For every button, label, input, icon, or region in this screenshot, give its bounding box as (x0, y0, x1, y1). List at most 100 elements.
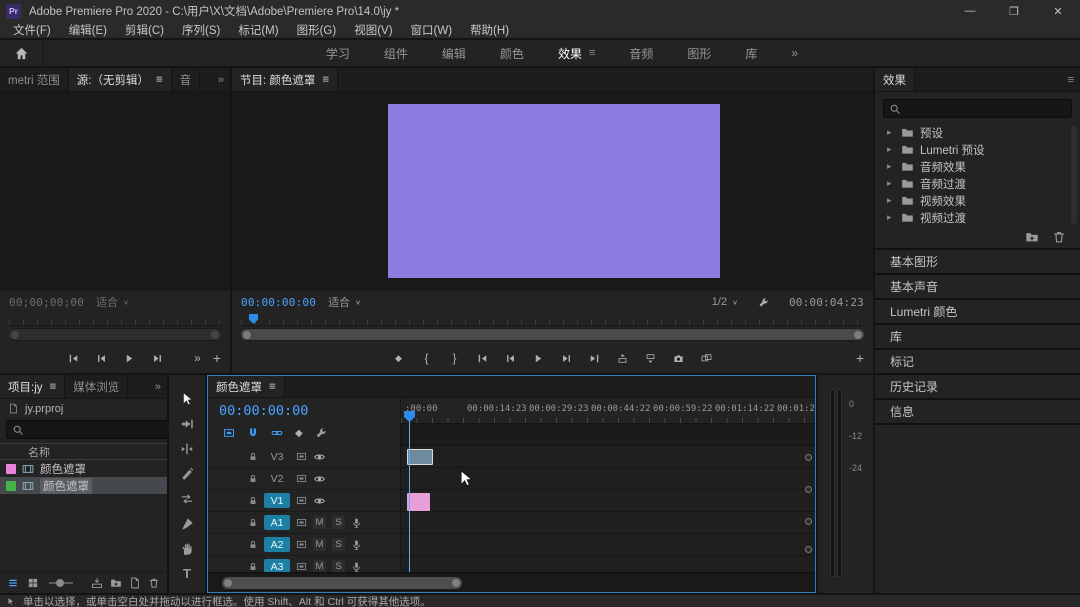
timeline-ruler[interactable]: :00:00 00:00:14:23 00:00:29:23 00:00:44:… (401, 398, 815, 424)
insert-as-nested-sequence-icon[interactable] (223, 427, 235, 439)
sync-lock-icon[interactable] (296, 451, 307, 462)
zoom-slider[interactable] (49, 582, 73, 584)
track-output-eye-icon[interactable] (313, 473, 326, 485)
tab-project[interactable]: 项目:jy ≡ (0, 375, 65, 398)
step-back-button[interactable] (497, 353, 524, 364)
lock-icon[interactable] (248, 451, 258, 462)
razor-tool[interactable] (177, 466, 197, 481)
close-button[interactable]: ✕ (1036, 0, 1080, 22)
workspace-tab-learning[interactable]: 学习 (326, 45, 350, 62)
video-scroll-knob-bottom[interactable] (805, 486, 812, 493)
sync-lock-icon[interactable] (296, 495, 307, 506)
menu-item-sequence[interactable]: 序列(S) (173, 22, 229, 38)
lock-icon[interactable] (248, 517, 258, 528)
tab-overflow-icon[interactable]: » (149, 375, 167, 398)
workspace-tab-color[interactable]: 颜色 (500, 45, 524, 62)
solo-button[interactable]: S (332, 560, 345, 572)
mute-button[interactable]: M (313, 560, 326, 572)
tab-overflow-icon[interactable]: » (212, 68, 230, 91)
automate-to-sequence-icon[interactable] (91, 577, 103, 589)
play-button[interactable] (116, 353, 143, 364)
track-output-eye-icon[interactable] (313, 451, 326, 463)
tab-effects[interactable]: 效果 (875, 68, 915, 91)
scrollbar-thumb[interactable] (241, 329, 864, 340)
workspace-tab-effects[interactable]: 效果 (558, 45, 582, 62)
lock-icon[interactable] (248, 495, 258, 506)
mute-button[interactable]: M (313, 538, 326, 551)
sync-lock-icon[interactable] (296, 517, 307, 528)
effects-folder-presets[interactable]: ▸ 预设 (875, 124, 1080, 141)
project-search-input[interactable] (29, 424, 171, 436)
slip-tool[interactable] (177, 491, 197, 506)
lock-icon[interactable] (248, 473, 258, 484)
tab-audio-clip-mixer[interactable]: 音 (172, 68, 201, 91)
panel-menu-icon[interactable]: ≡ (1062, 68, 1080, 91)
panel-tab-markers[interactable]: 标记 (875, 350, 1080, 375)
lock-icon[interactable] (248, 561, 258, 572)
lift-button[interactable] (609, 353, 636, 364)
source-scrollbar[interactable] (9, 328, 221, 341)
selection-tool[interactable] (177, 391, 197, 406)
panel-menu-icon[interactable]: ≡ (269, 381, 276, 393)
chevron-right-icon[interactable]: ▸ (887, 161, 895, 172)
panel-menu-icon[interactable]: ≡ (50, 381, 57, 393)
mute-button[interactable]: M (313, 516, 326, 529)
track-target-a2[interactable]: A2 (264, 537, 290, 552)
chevron-right-icon[interactable]: ▸ (887, 212, 895, 223)
effects-folder-video-transitions[interactable]: ▸ 视频过渡 (875, 209, 1080, 226)
column-header-name[interactable]: 名称 (0, 443, 167, 460)
chevron-right-icon[interactable]: ▸ (887, 127, 895, 138)
add-marker-icon[interactable]: ◆ (295, 428, 303, 439)
button-editor-add-button[interactable]: + (213, 350, 221, 366)
program-time-ruler[interactable] (241, 313, 864, 326)
snap-magnet-icon[interactable] (247, 427, 259, 439)
track-row-v2[interactable] (401, 468, 815, 490)
tab-program-monitor[interactable]: 节目: 颜色遮罩 ≡ (232, 68, 338, 91)
list-view-icon[interactable] (7, 577, 19, 589)
chevron-right-icon[interactable]: ▸ (887, 178, 895, 189)
panel-tab-essential-sound[interactable]: 基本声音 (875, 275, 1080, 300)
effects-search-box[interactable] (883, 99, 1072, 118)
chevron-right-icon[interactable]: ▸ (887, 195, 895, 206)
track-row-a3[interactable] (401, 556, 815, 572)
panel-menu-icon[interactable]: ≡ (322, 74, 329, 86)
go-to-out-button[interactable] (581, 353, 608, 364)
scrollbar-thumb[interactable] (9, 329, 221, 340)
effects-folder-audio-transitions[interactable]: ▸ 音频过渡 (875, 175, 1080, 192)
scrollbar-thumb[interactable] (222, 577, 462, 589)
clip-color-matte-v1[interactable] (407, 493, 430, 511)
workspace-tab-assembly[interactable]: 组件 (384, 45, 408, 62)
new-item-icon[interactable] (129, 577, 141, 589)
program-zoom-select[interactable]: 适合 ∨ (328, 294, 361, 310)
effects-folder-lumetri-presets[interactable]: ▸ Lumetri 预设 (875, 141, 1080, 158)
tab-sequence-color-matte[interactable]: 颜色遮罩 ≡ (208, 376, 285, 397)
workspace-menu-icon[interactable]: ≡ (589, 47, 595, 59)
delete-icon[interactable] (148, 577, 160, 589)
clip-v3[interactable] (407, 449, 433, 465)
transport-overflow-button[interactable]: » (194, 351, 201, 365)
solo-button[interactable]: S (332, 538, 345, 551)
track-output-eye-icon[interactable] (313, 495, 326, 507)
hand-tool[interactable] (177, 541, 197, 556)
track-target-a1[interactable]: A1 (264, 515, 290, 530)
new-custom-bin-icon[interactable] (1025, 230, 1039, 244)
effects-folder-video-effects[interactable]: ▸ 视频效果 (875, 192, 1080, 209)
playhead-line[interactable] (409, 414, 410, 572)
audio-scroll-knob-bottom[interactable] (805, 546, 812, 553)
track-row-v3[interactable] (401, 446, 815, 468)
menu-item-clip[interactable]: 剪辑(C) (116, 22, 173, 38)
source-time-ruler[interactable] (9, 313, 221, 326)
export-frame-button[interactable] (665, 353, 692, 364)
delete-custom-item-icon[interactable] (1052, 230, 1066, 244)
program-scrollbar[interactable] (241, 328, 864, 341)
mark-in-button[interactable]: { (413, 351, 440, 365)
minimize-button[interactable]: — (948, 0, 992, 22)
menu-item-edit[interactable]: 编辑(E) (60, 22, 116, 38)
button-editor-add-button[interactable]: + (856, 350, 864, 366)
project-search-box[interactable] (6, 420, 177, 439)
step-forward-button[interactable] (553, 353, 580, 364)
project-item-color-matte-2[interactable]: 颜色遮罩 (0, 477, 167, 494)
workspace-tab-graphics[interactable]: 图形 (687, 45, 711, 62)
menu-item-help[interactable]: 帮助(H) (461, 22, 518, 38)
tab-lumetri-scopes[interactable]: metri 范围 (0, 68, 69, 91)
